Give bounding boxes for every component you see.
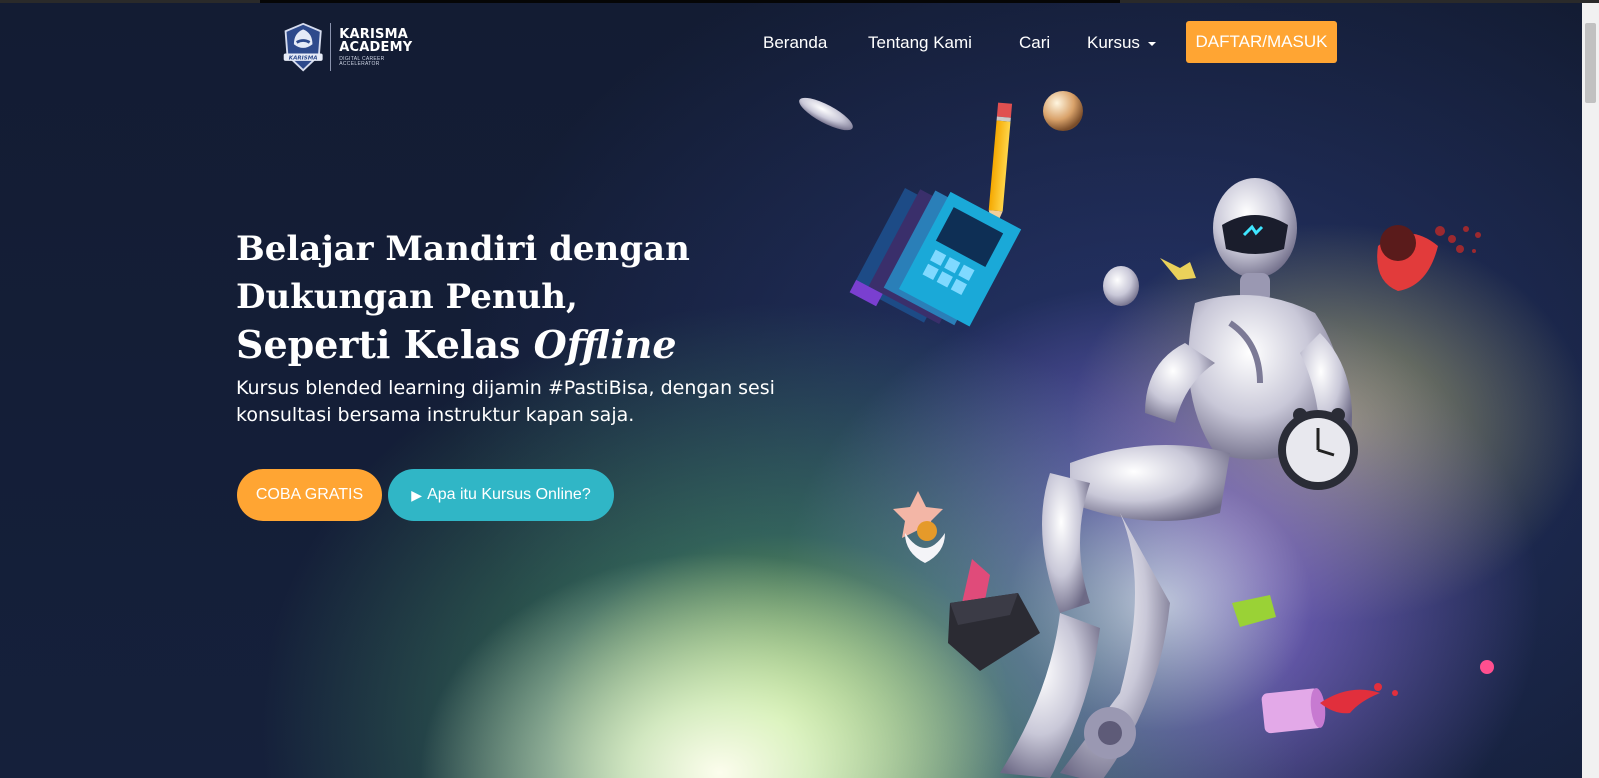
crystal-box <box>948 559 1040 671</box>
nav-kursus-dropdown[interactable]: Kursus <box>1087 33 1156 53</box>
hero-subtext: Kursus blended learning dijamin #PastiBi… <box>236 377 775 426</box>
caret-down-icon <box>1147 41 1156 46</box>
coffee-cup <box>1377 225 1481 291</box>
floating-capsule <box>799 97 853 131</box>
daftar-masuk-button[interactable]: DAFTAR/MASUK <box>1186 21 1337 63</box>
main-nav: Beranda Tentang Kami Cari Kursus DAFTAR/… <box>0 21 1582 63</box>
headline-line1: Belajar Mandiri dengan <box>236 229 690 269</box>
headline-line3-prefix: Seperti Kelas <box>236 322 534 367</box>
hero-headline: Belajar Mandiri dengan Dukungan Penuh, S… <box>236 225 796 369</box>
apa-itu-kursus-online-label: Apa itu Kursus Online? <box>427 486 591 503</box>
headline-line3: Seperti Kelas Offline <box>236 321 796 369</box>
nav-kursus-label: Kursus <box>1087 33 1140 52</box>
coba-gratis-button[interactable]: COBA GRATIS <box>237 469 382 521</box>
headline-line2: Dukungan Penuh, <box>236 277 578 317</box>
spark <box>1160 258 1196 280</box>
nav-beranda[interactable]: Beranda <box>763 33 827 53</box>
play-icon: ▶ <box>411 486 423 503</box>
apa-itu-kursus-online-button[interactable]: ▶ Apa itu Kursus Online? <box>388 469 614 521</box>
golden-ball <box>1043 91 1083 131</box>
headline-italic-offline: Offline <box>533 322 677 367</box>
page-scrollbar[interactable] <box>1582 3 1599 778</box>
silver-egg <box>1103 266 1139 306</box>
scrollbar-thumb[interactable] <box>1585 23 1596 103</box>
nav-cari[interactable]: Cari <box>1019 33 1050 53</box>
green-panel <box>1232 595 1276 627</box>
pencil-icon <box>988 102 1013 231</box>
pink-ball <box>1480 660 1494 674</box>
hero-section: KARISMA KARISMA ACADEMY DIGITAL CAREER A… <box>0 3 1582 778</box>
star-trophy <box>893 491 945 563</box>
paint-cylinder <box>1261 683 1398 734</box>
nav-tentang-kami[interactable]: Tentang Kami <box>868 33 972 53</box>
